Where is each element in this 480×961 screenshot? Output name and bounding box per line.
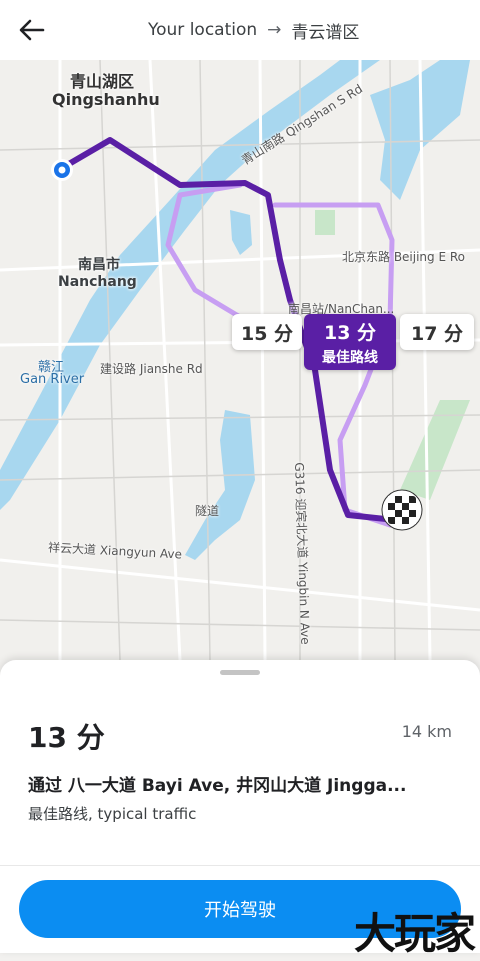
map-label-nanchang-en: Nanchang <box>58 274 137 290</box>
map-label-nanchang-cn: 南昌市 <box>78 257 120 273</box>
traffic-status: 最佳路线, typical traffic <box>28 805 197 823</box>
map-label-jianshe: 建设路 Jianshe Rd <box>100 362 203 376</box>
map-view[interactable]: 青山湖区 Qingshanhu 南昌市 Nanchang 赣江 Gan Rive… <box>0 60 480 660</box>
trip-duration: 13 分 <box>28 721 105 754</box>
arrow-right-icon: → <box>267 20 282 40</box>
route-option-best[interactable]: 13 分 最佳路线 <box>304 314 396 370</box>
route-option-time: 15 分 <box>240 322 294 345</box>
route-option-tag: 最佳路线 <box>322 349 378 366</box>
finish-flag-icon <box>381 489 423 531</box>
route-via-text: 通过 八一大道 Bayi Ave, 井冈山大道 Jingga... <box>28 776 407 796</box>
route-option-15min[interactable]: 15 分 <box>232 314 302 350</box>
map-label-suidao: 隧道 <box>195 504 220 518</box>
lake-center <box>185 410 255 560</box>
map-label-ganjiang-en: Gan River <box>20 372 85 387</box>
route-option-time: 17 分 <box>410 322 464 345</box>
lake-small <box>230 210 252 255</box>
arrow-left-icon <box>19 19 45 41</box>
top-bar: Your location → 青云谱区 <box>0 0 480 60</box>
map-label-qingshanhu-cn: 青山湖区 <box>70 72 135 91</box>
map-label-qingshanhu-en: Qingshanhu <box>52 90 160 109</box>
map-label-beijing: 北京东路 Beijing E Ro <box>342 250 466 264</box>
back-button[interactable] <box>14 12 50 48</box>
trip-distance: 14 km <box>401 722 452 741</box>
origin-label: Your location <box>148 20 258 40</box>
drag-handle[interactable] <box>220 670 260 675</box>
divider <box>0 865 480 866</box>
route-details-sheet: 13 分 14 km 通过 八一大道 Bayi Ave, 井冈山大道 Jingg… <box>0 660 480 958</box>
route-option-time: 13 分 <box>323 321 377 344</box>
park-green <box>315 210 335 235</box>
destination-label: 青云谱区 <box>291 22 360 43</box>
route-option-17min[interactable]: 17 分 <box>400 314 474 350</box>
map-canvas <box>0 60 480 660</box>
route-summary-header[interactable]: Your location → 青云谱区 <box>148 18 360 43</box>
watermark: 大玩家 <box>353 909 476 958</box>
